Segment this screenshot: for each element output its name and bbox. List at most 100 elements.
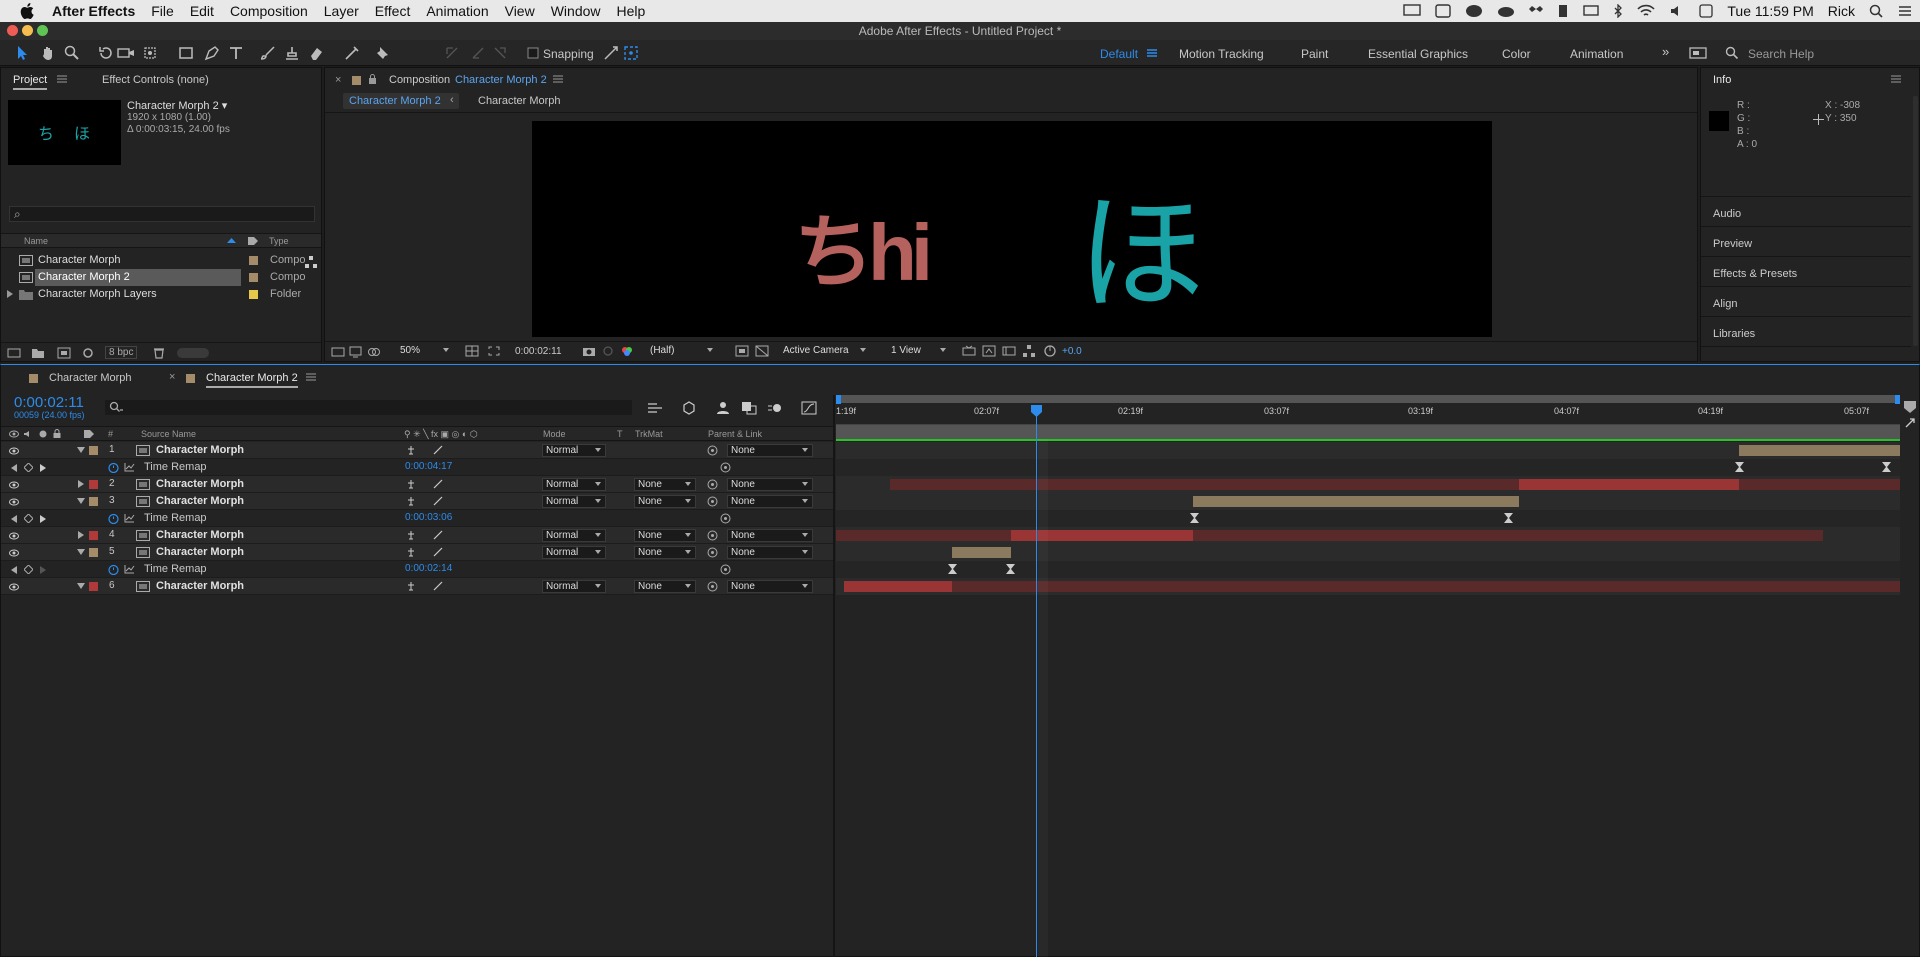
collapse-transform-icon[interactable] (406, 445, 416, 455)
time-remap-value[interactable]: 0:00:04:17 (405, 461, 452, 472)
mode-dropdown[interactable]: Normal (542, 546, 606, 559)
snap-edge-icon[interactable] (601, 43, 621, 63)
creative-cloud-icon[interactable] (1465, 4, 1483, 18)
layer-name[interactable]: Character Morph (156, 580, 244, 592)
app-icon[interactable] (1435, 4, 1452, 18)
add-keyframe-icon[interactable] (24, 565, 33, 574)
comp-subtab-character-morph[interactable]: Character Morph (478, 95, 561, 107)
graph-editor-icon[interactable] (801, 401, 817, 415)
airplay-icon[interactable] (1403, 4, 1422, 18)
pick-whip-icon[interactable] (707, 581, 718, 592)
always-preview-icon[interactable] (331, 346, 345, 358)
axis-mode-icon[interactable] (442, 43, 462, 63)
video-visibility-icon[interactable] (9, 549, 19, 557)
project-search-input[interactable]: ⌕ (9, 206, 315, 222)
keyboard-icon[interactable] (1699, 4, 1714, 18)
mode-dropdown[interactable]: Normal (542, 580, 606, 593)
parent-dropdown[interactable]: None (727, 546, 813, 559)
bluetooth-icon[interactable] (1613, 4, 1623, 18)
exposure-value[interactable]: +0.0 (1062, 346, 1082, 357)
cloud-icon[interactable] (1497, 4, 1515, 18)
transparency-grid-icon[interactable] (755, 345, 769, 357)
viewer-timecode[interactable]: 0:00:02:11 (515, 346, 562, 357)
collapse-transform-icon[interactable] (406, 547, 416, 557)
project-item-character-morph-2[interactable]: Character Morph 2 Compo (1, 269, 321, 286)
flowchart-icon[interactable] (305, 256, 317, 268)
reset-exposure-icon[interactable] (1043, 345, 1057, 357)
video-visibility-icon[interactable] (9, 498, 19, 506)
minimize-window-button[interactable] (22, 25, 33, 36)
apple-icon[interactable] (0, 3, 42, 19)
layer-label-swatch[interactable] (89, 582, 98, 591)
type-tool-icon[interactable] (226, 43, 246, 63)
flowchart-view-icon[interactable] (1022, 345, 1036, 357)
timeline-panel-menu-icon[interactable] (306, 373, 316, 381)
toggle-pixel-aspect-icon[interactable] (962, 345, 976, 357)
time-remap-row[interactable]: Time Remap 0:00:03:06 (1, 510, 833, 527)
expression-pick-whip-icon[interactable] (720, 462, 731, 473)
composition-tab-name[interactable]: Character Morph 2 (455, 74, 547, 86)
timeline-icon[interactable] (1002, 345, 1016, 357)
next-keyframe-icon[interactable] (40, 515, 46, 523)
thumbnail-slider[interactable] (177, 348, 209, 358)
layer-row-6[interactable]: 6 Character Morph Normal None None (1, 578, 833, 595)
snapping-checkbox[interactable] (523, 43, 543, 63)
layer-name[interactable]: Character Morph (156, 529, 244, 541)
trkmat-dropdown[interactable]: None (634, 580, 696, 593)
prev-keyframe-icon[interactable] (11, 464, 17, 472)
show-snapshot-icon[interactable] (602, 345, 616, 357)
rotation-tool-icon[interactable] (96, 43, 116, 63)
stopwatch-icon[interactable] (108, 564, 119, 575)
playhead-handle[interactable] (1031, 405, 1042, 417)
collapse-transform-icon[interactable] (406, 496, 416, 506)
zoom-tool-icon[interactable] (62, 43, 82, 63)
quality-icon[interactable] (433, 496, 443, 506)
preview-panel-header[interactable]: Preview (1713, 238, 1752, 250)
pen-tool-icon[interactable] (202, 43, 222, 63)
hand-tool-icon[interactable] (38, 43, 58, 63)
keyframe-icon[interactable] (1006, 564, 1015, 574)
time-zoom-handle[interactable] (1904, 401, 1916, 413)
zoom-window-button[interactable] (37, 25, 48, 36)
label-column-icon[interactable] (247, 236, 259, 246)
layer-label-swatch[interactable] (89, 548, 98, 557)
video-visibility-icon[interactable] (9, 532, 19, 540)
timeline-tab-character-morph-2[interactable]: Character Morph 2 (206, 372, 298, 388)
layer-label-swatch[interactable] (89, 497, 98, 506)
stopwatch-icon[interactable] (108, 462, 119, 473)
menu-effect[interactable]: Effect (367, 3, 419, 19)
next-keyframe-icon[interactable] (40, 566, 46, 574)
bit-depth-button[interactable]: 8 bpc (105, 346, 138, 359)
collapse-arrow-icon[interactable] (77, 549, 85, 555)
playhead-line[interactable] (1036, 405, 1037, 957)
align-panel-header[interactable]: Align (1713, 298, 1737, 310)
pick-whip-icon[interactable] (707, 547, 718, 558)
eraser-tool-icon[interactable] (306, 43, 326, 63)
project-settings-icon[interactable] (81, 347, 95, 359)
next-keyframe-icon[interactable] (40, 464, 46, 472)
lock-icon[interactable] (368, 74, 377, 84)
fast-previews-icon[interactable] (735, 345, 749, 357)
display-icon[interactable] (1583, 4, 1600, 18)
interpret-footage-icon[interactable] (7, 347, 21, 359)
menu-edit[interactable]: Edit (182, 3, 222, 19)
layer-label-swatch[interactable] (89, 480, 98, 489)
clock-text[interactable]: Tue 11:59 PM (1727, 3, 1813, 19)
pick-whip-icon[interactable] (707, 530, 718, 541)
brush-tool-icon[interactable] (258, 43, 278, 63)
camera-dropdown[interactable]: Active Camera (780, 345, 870, 358)
pick-whip-icon[interactable] (707, 496, 718, 507)
workspace-animation[interactable]: Animation (1570, 47, 1623, 61)
timeline-search-input[interactable] (105, 400, 632, 415)
draft-3d-icon[interactable] (982, 345, 996, 357)
workspace-motion-tracking[interactable]: Motion Tracking (1179, 47, 1264, 61)
draft-3d-toggle-icon[interactable] (681, 401, 697, 415)
expand-arrow-icon[interactable] (78, 480, 84, 488)
trkmat-dropdown[interactable]: None (634, 529, 696, 542)
label-header-icon[interactable] (83, 429, 95, 439)
libraries-panel-header[interactable]: Libraries (1713, 328, 1755, 340)
video-switch-header-icon[interactable] (9, 430, 19, 438)
expand-arrow-icon[interactable] (7, 290, 13, 298)
work-area-end-handle[interactable] (1895, 395, 1900, 404)
search-help-input[interactable]: Search Help (1748, 47, 1814, 61)
